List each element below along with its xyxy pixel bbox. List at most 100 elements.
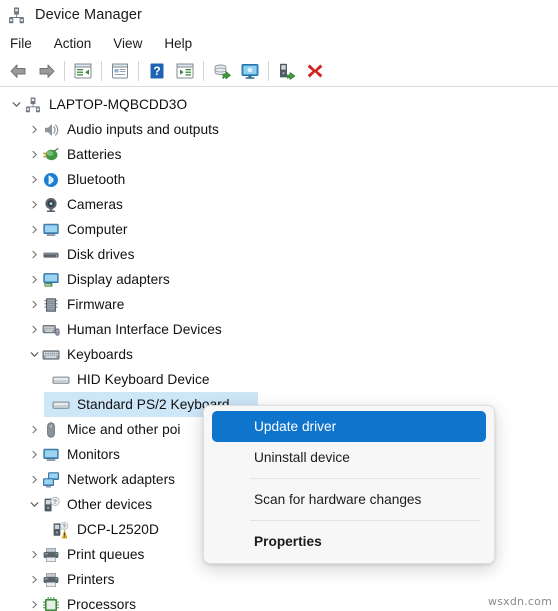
computer-root-icon xyxy=(24,96,42,114)
menu-action[interactable]: Action xyxy=(54,34,102,53)
context-menu-item-properties[interactable]: Properties xyxy=(208,526,490,557)
show-action-pane-button[interactable] xyxy=(171,58,199,84)
other-device-icon: ? xyxy=(42,496,60,514)
computer-icon xyxy=(42,221,60,239)
tree-node-label: Firmware xyxy=(67,297,125,312)
firmware-icon xyxy=(42,296,60,314)
printer-icon xyxy=(42,571,60,589)
tree-node-label: Audio inputs and outputs xyxy=(67,122,219,137)
context-menu[interactable]: Update driver Uninstall device Scan for … xyxy=(203,405,495,564)
scan-hardware-changes-button[interactable] xyxy=(236,58,264,84)
toolbar-separator-2 xyxy=(101,61,102,81)
chevron-right-icon[interactable] xyxy=(26,567,42,592)
chevron-right-icon[interactable] xyxy=(26,317,42,342)
chevron-right-icon[interactable] xyxy=(26,242,42,267)
site-watermark: wsxdn.com xyxy=(488,595,552,608)
tree-node-label: Other devices xyxy=(67,497,153,512)
tree-node-batteries[interactable]: Batteries xyxy=(0,142,558,167)
tree-node-label: Cameras xyxy=(67,197,123,212)
context-menu-item-uninstall-device[interactable]: Uninstall device xyxy=(208,442,490,473)
tree-node-label: Bluetooth xyxy=(67,172,126,187)
chevron-right-icon[interactable] xyxy=(26,217,42,242)
properties-window-icon xyxy=(110,62,130,80)
context-menu-separator-2 xyxy=(250,520,480,521)
back-button[interactable] xyxy=(4,58,32,84)
chevron-right-icon[interactable] xyxy=(26,192,42,217)
tree-node-human-interface-devices[interactable]: Human Interface Devices xyxy=(0,317,558,342)
tree-node-display-adapters[interactable]: Display adapters xyxy=(0,267,558,292)
keyboard-icon xyxy=(42,346,60,364)
speaker-icon xyxy=(42,121,60,139)
mouse-icon xyxy=(42,421,60,439)
properties-button[interactable] xyxy=(106,58,134,84)
tree-node-label: Mice and other poi xyxy=(67,422,181,437)
chevron-right-icon[interactable] xyxy=(26,542,42,567)
update-driver-button[interactable] xyxy=(208,58,236,84)
menu-view[interactable]: View xyxy=(113,34,152,53)
tree-node-cameras[interactable]: Cameras xyxy=(0,192,558,217)
toolbar: ? xyxy=(0,56,558,87)
tree-node-label: Computer xyxy=(67,222,128,237)
scan-monitor-icon xyxy=(240,62,260,80)
keyboard-device-icon xyxy=(52,371,70,389)
tree-node-disk-drives[interactable]: Disk drives xyxy=(0,242,558,267)
toolbar-separator-3 xyxy=(138,61,139,81)
svg-text:?: ? xyxy=(53,498,57,505)
chevron-right-icon[interactable] xyxy=(26,442,42,467)
chevron-right-icon[interactable] xyxy=(26,117,42,142)
tree-node-root[interactable]: LAPTOP-MQBCDD3O xyxy=(0,92,558,117)
svg-text:?: ? xyxy=(62,524,66,530)
hid-icon xyxy=(42,321,60,339)
processor-icon xyxy=(42,596,60,611)
enable-device-icon xyxy=(277,62,297,80)
tree-node-bluetooth[interactable]: Bluetooth xyxy=(0,167,558,192)
enable-device-button[interactable] xyxy=(273,58,301,84)
update-driver-icon xyxy=(212,62,232,80)
tree-node-label: Disk drives xyxy=(67,247,135,262)
tree-node-printers[interactable]: Printers xyxy=(0,567,558,592)
chevron-right-icon[interactable] xyxy=(26,592,42,611)
tree-node-computer[interactable]: Computer xyxy=(0,217,558,242)
chevron-right-icon[interactable] xyxy=(26,267,42,292)
tree-node-label: LAPTOP-MQBCDD3O xyxy=(49,97,188,112)
device-manager-window: Device Manager File Action View Help ? L… xyxy=(0,0,558,611)
chevron-right-icon[interactable] xyxy=(26,167,42,192)
menu-help[interactable]: Help xyxy=(164,34,202,53)
title-bar: Device Manager xyxy=(0,0,558,30)
chevron-down-icon[interactable] xyxy=(26,342,42,367)
chevron-down-icon[interactable] xyxy=(26,492,42,517)
tree-node-label: Print queues xyxy=(67,547,145,562)
tree-node-label: Printers xyxy=(67,572,115,587)
context-menu-item-update-driver[interactable]: Update driver xyxy=(212,411,486,442)
chevron-right-icon[interactable] xyxy=(26,417,42,442)
network-adapter-icon xyxy=(42,471,60,489)
tree-node-label: DCP-L2520D xyxy=(77,522,159,537)
forward-arrow-icon xyxy=(37,63,56,80)
menu-bar: File Action View Help xyxy=(0,30,558,56)
chevron-right-icon[interactable] xyxy=(26,292,42,317)
help-button[interactable]: ? xyxy=(143,58,171,84)
uninstall-device-button[interactable] xyxy=(301,58,329,84)
action-pane-icon xyxy=(175,62,195,80)
tree-node-firmware[interactable]: Firmware xyxy=(0,292,558,317)
tree-node-label: Processors xyxy=(67,597,136,611)
printer-icon xyxy=(42,546,60,564)
menu-file[interactable]: File xyxy=(10,34,42,53)
chevron-down-icon[interactable] xyxy=(8,92,24,117)
show-hide-console-tree-button[interactable] xyxy=(69,58,97,84)
forward-button[interactable] xyxy=(32,58,60,84)
monitor-icon xyxy=(42,446,60,464)
tree-node-label: Monitors xyxy=(67,447,120,462)
tree-node-hid-keyboard-device[interactable]: HID Keyboard Device xyxy=(0,367,558,392)
tree-node-label: Display adapters xyxy=(67,272,170,287)
chevron-right-icon[interactable] xyxy=(26,142,42,167)
context-menu-item-scan-for-hardware-changes[interactable]: Scan for hardware changes xyxy=(208,484,490,515)
toolbar-separator-5 xyxy=(268,61,269,81)
chevron-right-icon[interactable] xyxy=(26,467,42,492)
window-title: Device Manager xyxy=(35,7,142,23)
tree-node-label: Network adapters xyxy=(67,472,176,487)
tree-node-processors[interactable]: Processors xyxy=(0,592,558,611)
tree-node-audio-inputs-and-outputs[interactable]: Audio inputs and outputs xyxy=(0,117,558,142)
disk-drive-icon xyxy=(42,246,60,264)
tree-node-keyboards[interactable]: Keyboards xyxy=(0,342,558,367)
